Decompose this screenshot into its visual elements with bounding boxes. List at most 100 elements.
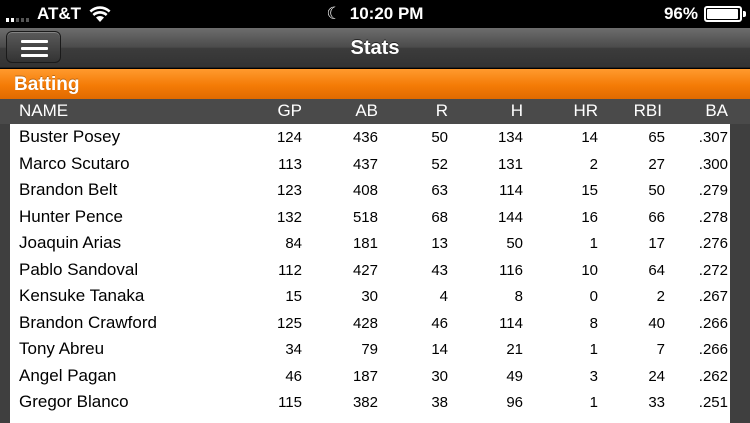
stat-gp: 124 [276, 129, 302, 146]
stat-h: 50 [506, 235, 523, 252]
stat-hr: 15 [581, 182, 598, 199]
stat-ab: 427 [352, 261, 378, 279]
stat-h: 131 [497, 155, 523, 173]
stat-rbi: 40 [648, 314, 665, 332]
table-row[interactable]: Pablo Sandoval 112 427 43 116 10 64 .272 [10, 257, 730, 284]
column-h[interactable]: H [511, 101, 523, 121]
page-title: Stats [350, 37, 400, 59]
stat-h: 144 [497, 208, 523, 226]
table-row[interactable]: Buster Posey 124 436 50 134 14 65 .307 [10, 124, 730, 151]
stat-rbi: 7 [656, 341, 665, 358]
stat-h: 114 [499, 314, 523, 332]
stat-ab: 79 [361, 341, 378, 358]
stat-gp: 132 [276, 208, 302, 226]
stat-rbi: 17 [648, 235, 665, 252]
table-row[interactable]: Tony Abreu 34 79 14 21 1 7 .266 [10, 336, 730, 363]
stats-table[interactable]: NAME GP AB R H HR RBI BA Buster Posey 124… [0, 99, 750, 423]
moon-icon: ☾ [326, 4, 342, 23]
table-row[interactable]: Brandon Belt 123 408 63 114 15 50 .279 [10, 177, 730, 204]
stat-ab: 382 [352, 394, 378, 411]
stat-ab: 518 [352, 208, 378, 226]
table-row[interactable]: Brandon Crawford 125 428 46 114 8 40 .266 [10, 310, 730, 337]
table-row[interactable]: Gregor Blanco 115 382 38 96 1 33 .251 [10, 389, 730, 416]
stat-rbi: 50 [648, 182, 665, 199]
stat-ab: 181 [352, 235, 378, 252]
stat-gp: 125 [276, 314, 302, 332]
stat-gp: 34 [285, 341, 302, 358]
stat-ba: .278 [698, 208, 728, 226]
stat-rbi: 2 [656, 288, 665, 305]
stat-ab: 436 [352, 129, 378, 146]
stat-r: 30 [431, 367, 448, 385]
stat-gp: 113 [278, 155, 302, 173]
column-gp[interactable]: GP [277, 101, 302, 121]
column-r[interactable]: R [436, 101, 448, 121]
stat-hr: 1 [589, 341, 598, 358]
stat-r: 63 [431, 182, 448, 199]
stat-ab: 30 [361, 288, 378, 305]
stat-ab: 428 [352, 314, 378, 332]
stat-h: 96 [506, 394, 523, 411]
stat-r: 50 [431, 129, 448, 146]
column-rbi[interactable]: RBI [634, 101, 662, 121]
battery-icon [704, 6, 746, 22]
stat-r: 46 [431, 314, 448, 332]
column-ab[interactable]: AB [355, 101, 378, 121]
table-row[interactable]: Joaquin Arias 84 181 13 50 1 17 .276 [10, 230, 730, 257]
player-name: Hunter Pence [19, 206, 123, 226]
nav-bar: Stats [0, 28, 750, 68]
player-name: Pablo Sandoval [19, 259, 139, 279]
stat-rbi: 24 [648, 367, 665, 385]
stat-r: 52 [431, 155, 448, 173]
stat-ba: .272 [698, 261, 728, 279]
table-body[interactable]: Buster Posey 124 436 50 134 14 65.307 Marco Scu… [10, 124, 730, 423]
stat-ba: .279 [698, 182, 728, 199]
stat-ba: .307 [698, 129, 728, 146]
table-gutter [730, 124, 750, 423]
stat-hr: 10 [581, 261, 598, 279]
table-row[interactable]: Hunter Pence 132 518 68 144 16 66 .278 [10, 204, 730, 231]
player-name: Gregor Blanco [19, 392, 129, 411]
player-name: Brandon Crawford [19, 312, 157, 332]
stat-gp: 112 [278, 261, 302, 279]
stat-h: 21 [506, 341, 523, 358]
stat-ab: 408 [352, 182, 378, 199]
stat-r: 43 [431, 261, 448, 279]
stat-h: 116 [499, 261, 523, 279]
stat-ba: .276 [698, 235, 728, 252]
column-hr[interactable]: HR [573, 101, 598, 121]
player-name: Joaquin Arias [19, 233, 122, 252]
stat-h: 8 [514, 288, 523, 305]
stat-gp: 84 [285, 235, 302, 252]
column-name[interactable]: NAME [19, 101, 68, 121]
player-name: Brandon Belt [19, 180, 118, 199]
table-row[interactable]: Kensuke Tanaka 15 30 4 8 0 2 .267 [10, 283, 730, 310]
stat-r: 13 [431, 235, 448, 252]
stat-ab: 437 [352, 155, 378, 173]
stat-ba: .266 [698, 314, 728, 332]
stat-gp: 46 [285, 367, 302, 385]
clock-time: 10:20 PM [349, 4, 424, 23]
column-ba[interactable]: BA [705, 101, 728, 121]
stat-r: 38 [431, 394, 448, 411]
table-row[interactable]: Marco Scutaro 113 437 52 131 2 27 .300 [10, 151, 730, 178]
stat-hr: 2 [589, 155, 598, 173]
stat-h: 134 [497, 129, 523, 146]
stat-rbi: 33 [648, 394, 665, 411]
stat-r: 4 [439, 288, 448, 305]
stat-ba: .262 [698, 367, 728, 385]
table-row[interactable]: Angel Pagan 46 187 30 49 3 24 .262 [10, 363, 730, 390]
stat-hr: 1 [589, 394, 598, 411]
stat-gp: 123 [276, 182, 302, 199]
battery-percent: 96% [663, 4, 698, 23]
stat-hr: 14 [581, 129, 598, 146]
stat-h: 49 [506, 367, 523, 385]
stat-hr: 1 [589, 235, 598, 252]
stat-ba: .300 [698, 155, 728, 173]
stat-ab: 187 [352, 367, 378, 385]
player-name: Buster Posey [19, 127, 121, 146]
stat-rbi: 66 [648, 208, 665, 226]
section-header-batting: Batting [0, 69, 750, 99]
status-bar: AT&T ☾ 10:20 PM 96% [0, 0, 750, 28]
stat-ba: .251 [698, 394, 728, 411]
